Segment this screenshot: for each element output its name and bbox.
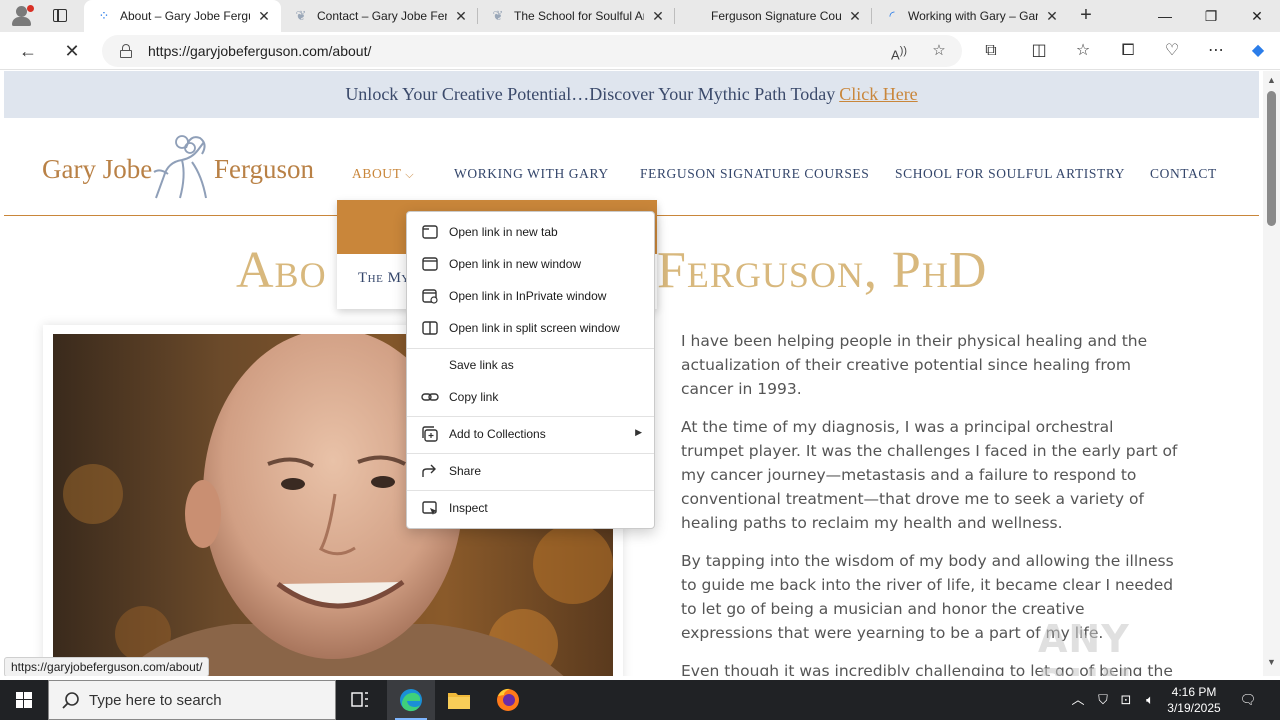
task-view-icon [351,692,368,707]
tab-courses[interactable]: Ferguson Signature Cour ✕ [675,0,872,32]
close-tab-icon[interactable]: ✕ [255,7,273,25]
collections-icon [422,426,438,442]
start-button[interactable] [0,680,48,720]
scrollbar-thumb[interactable] [1267,91,1276,226]
split-screen-icon [422,321,438,335]
scroll-up-icon[interactable]: ▲ [1267,75,1276,85]
restore-button[interactable]: ❐ [1188,0,1234,32]
nav-working-with-gary[interactable]: WORKING WITH GARY [454,166,609,182]
loading-icon: ⁘ [98,8,110,23]
minimize-button[interactable]: — [1142,0,1188,32]
menu-inspect[interactable]: Inspect [407,492,654,524]
taskbar-edge[interactable] [387,680,435,720]
menu-open-new-tab[interactable]: Open link in new tab [407,216,654,248]
paragraph: I have been helping people in their phys… [681,332,1148,398]
menu-open-new-window[interactable]: Open link in new window [407,248,654,280]
promo-banner: Unlock Your Creative Potential…Discover … [4,71,1259,118]
tray-overflow-icon[interactable]: ︿ [1068,680,1088,720]
dropdown-item[interactable]: The My [358,270,410,287]
address-toolbar: ← ✕ https://garyjobeferguson.com/about/ … [0,32,1280,70]
nav-contact[interactable]: CONTACT [1150,166,1217,182]
close-tab-icon[interactable]: ✕ [452,7,470,25]
logo-horse-icon [153,135,207,199]
share-icon [422,464,436,477]
scroll-down-icon[interactable]: ▼ [1267,657,1276,667]
edge-icon [400,689,422,712]
task-view-button[interactable] [336,680,384,720]
site-logo[interactable]: Gary Jobe Ferguson [42,128,314,208]
nav-signature-courses[interactable]: FERGUSON SIGNATURE COURSES [640,166,869,182]
vertical-scrollbar[interactable]: ▲ ▼ [1263,71,1280,676]
back-button[interactable]: ← [14,37,42,65]
volume-icon[interactable]: 🔈︎ [1140,680,1160,720]
close-tab-icon[interactable]: ✕ [846,7,864,25]
browser-essentials-icon[interactable]: ♡ [1160,40,1184,64]
inspect-icon [422,501,437,515]
close-tab-icon[interactable]: ✕ [649,7,667,25]
context-menu: Open link in new tab Open link in new wi… [406,211,655,529]
taskbar-firefox[interactable] [484,680,532,720]
firefox-icon [497,688,519,711]
promo-text: Unlock Your Creative Potential…Discover … [345,84,836,104]
menu-open-inprivate[interactable]: Open link in InPrivate window [407,280,654,312]
profile-icon[interactable] [8,4,36,28]
promo-link[interactable]: Click Here [839,84,917,104]
search-icon [62,692,79,709]
notifications-icon[interactable]: 🗨︎ [1236,680,1260,720]
menu-save-link-as[interactable]: Save link as [407,349,654,381]
collections-icon[interactable]: ⧠ [1116,40,1140,64]
taskbar-search[interactable]: Type here to search [48,680,336,720]
submenu-arrow-icon: ▶ [635,427,642,437]
close-tab-icon[interactable]: ✕ [1043,7,1061,25]
taskbar-clock[interactable]: 4:16 PM 3/19/2025 [1160,684,1228,716]
url-text[interactable]: https://garyjobeferguson.com/about/ [148,43,371,59]
site-favicon-icon: ❦ [492,8,504,23]
link-icon [421,393,439,401]
tab-working[interactable]: ◜ Working with Gary – Gar ✕ [872,0,1069,32]
inprivate-icon [422,289,438,304]
new-tab-icon [422,225,438,239]
site-favicon-icon: ❦ [295,8,307,23]
taskbar-file-explorer[interactable] [435,680,483,720]
menu-add-to-collections[interactable]: Add to Collections ▶ [407,418,654,450]
loading-icon: ◜ [889,8,895,23]
stop-loading-button[interactable]: ✕ [58,37,86,65]
favorites-icon[interactable]: ☆ [1071,40,1095,64]
read-aloud-icon[interactable]: A)) [888,41,910,63]
split-screen-icon[interactable]: ◫ [1027,40,1051,64]
nav-about[interactable]: ABOUT ⌵ [352,166,414,182]
tab-about[interactable]: ⁘ About – Gary Jobe Fergu ✕ [84,0,281,32]
nav-school[interactable]: SCHOOL FOR SOULFUL ARTISTRY [895,166,1125,182]
folder-icon [448,693,470,709]
menu-copy-link[interactable]: Copy link [407,381,654,413]
paragraph: At the time of my diagnosis, I was a pri… [681,418,1178,532]
more-menu-icon[interactable]: ⋯ [1204,40,1228,64]
security-tray-icon[interactable]: ⛉ [1093,680,1113,720]
taskbar: Type here to search ︿ ⛉ ⊡ 🔈︎ 4:16 PM 3/1… [0,680,1280,720]
favorite-star-icon[interactable]: ☆ [928,41,950,63]
address-bar[interactable]: https://garyjobeferguson.com/about/ A)) … [102,35,962,67]
windows-logo-icon [16,692,32,708]
menu-open-split-screen[interactable]: Open link in split screen window [407,312,654,344]
extensions-icon[interactable]: ⧉ [979,40,1003,64]
close-window-button[interactable]: ✕ [1234,0,1280,32]
chevron-down-icon: ⌵ [405,169,415,181]
tab-school[interactable]: ❦ The School for Soulful Ar ✕ [478,0,675,32]
lock-icon[interactable] [120,44,132,58]
new-window-icon [422,257,438,271]
copilot-icon[interactable]: ◆ [1246,40,1270,64]
tab-contact[interactable]: ❦ Contact – Gary Jobe Ferg ✕ [281,0,478,32]
browser-tab-bar: ⁘ About – Gary Jobe Fergu ✕ ❦ Contact – … [0,0,1280,32]
network-icon[interactable]: ⊡ [1116,680,1136,720]
status-bar-url: https://garyjobeferguson.com/about/ [4,657,210,676]
new-tab-button[interactable]: + [1074,4,1098,28]
site-favicon-icon [687,8,703,24]
anyrun-watermark: ANY RUN [1038,617,1132,676]
menu-share[interactable]: Share [407,455,654,487]
tab-actions-icon[interactable] [48,6,72,26]
